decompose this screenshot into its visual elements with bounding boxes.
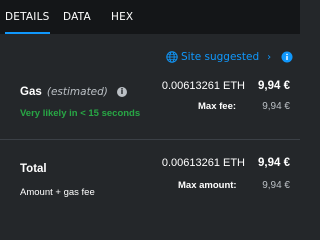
site-suggested-link[interactable]: Site suggested › <box>166 50 271 64</box>
total-eth-amount: 0.00613261 ETH <box>161 157 245 169</box>
globe-icon <box>166 51 178 63</box>
gas-fiat-amount: 9,94 € <box>258 80 290 92</box>
max-amount-label: Max amount: <box>178 180 237 191</box>
total-sub-label: Amount + gas fee <box>20 187 95 198</box>
max-fee-label: Max fee: <box>198 101 237 112</box>
tab-details[interactable]: DETAILS <box>5 0 50 34</box>
gas-row: Gas (estimated) i 0.00613261 ETH 9,94 € <box>20 80 290 98</box>
total-row: Total 0.00613261 ETH 9,94 € <box>20 157 290 175</box>
chevron-right-icon: › <box>267 51 272 63</box>
site-suggested-label: Site suggested <box>181 51 260 63</box>
gas-estimated-label: (estimated) <box>46 86 108 98</box>
info-icon[interactable] <box>281 51 293 63</box>
gas-speed-text: Very likely in < 15 seconds <box>20 108 141 119</box>
max-fee-value: 9,94 € <box>262 101 290 112</box>
tab-hex[interactable]: HEX <box>111 0 133 34</box>
total-fiat-amount: 9,94 € <box>258 157 290 169</box>
gas-speed-row: Very likely in < 15 seconds Max fee: 9,9… <box>20 101 290 119</box>
tab-bar: DETAILS DATA HEX <box>0 0 300 34</box>
gas-label: Gas <box>20 86 42 98</box>
divider <box>0 139 300 140</box>
tab-data[interactable]: DATA <box>63 0 91 34</box>
max-amount-value: 9,94 € <box>262 180 290 191</box>
gas-eth-amount: 0.00613261 ETH <box>161 80 245 92</box>
total-sub-row: Amount + gas fee Max amount: 9,94 € <box>20 180 290 198</box>
gas-info-icon[interactable]: i <box>117 87 127 97</box>
total-label: Total <box>20 163 47 175</box>
